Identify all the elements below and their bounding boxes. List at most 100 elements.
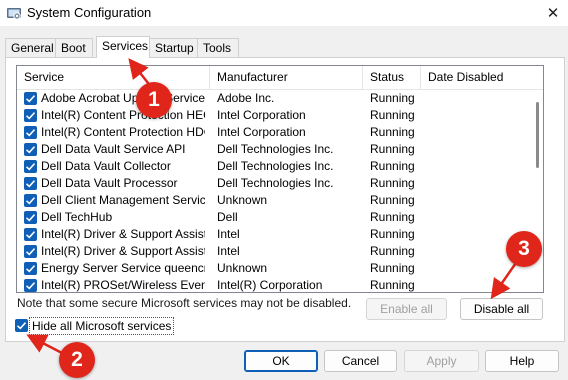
- hide-microsoft-services-checkbox[interactable]: [15, 319, 28, 332]
- cell-service: Intel(R) Content Protection HEC...: [41, 108, 205, 122]
- service-checkbox[interactable]: [24, 126, 37, 139]
- checkmark-icon: [25, 248, 36, 256]
- service-checkbox[interactable]: [24, 279, 37, 292]
- checkmark-icon: [25, 214, 36, 222]
- cell-service: Dell Client Management Service: [41, 193, 205, 207]
- cell-manufacturer: Intel: [217, 244, 240, 258]
- column-header-service[interactable]: Service: [17, 66, 210, 89]
- service-checkbox[interactable]: [24, 194, 37, 207]
- services-list[interactable]: Service Manufacturer Status Date Disable…: [16, 65, 544, 293]
- list-rows: Adobe Acrobat Update Service Adobe Inc. Ru…: [17, 90, 527, 292]
- cell-manufacturer: Unknown: [217, 261, 268, 275]
- title-bar: System Configuration ✕: [0, 0, 568, 26]
- hide-microsoft-services-label[interactable]: Hide all Microsoft services: [29, 317, 175, 335]
- table-row[interactable]: Intel(R) Content Protection HDC... Intel …: [17, 124, 527, 141]
- list-header: Service Manufacturer Status Date Disable…: [17, 66, 543, 90]
- cell-date-disabled: [428, 192, 524, 209]
- cell-status: Running: [370, 210, 415, 224]
- cell-manufacturer: Intel Corporation: [217, 108, 306, 122]
- cell-service: Dell Data Vault Service API: [41, 142, 186, 156]
- checkmark-icon: [25, 265, 36, 273]
- tab-boot[interactable]: Boot: [55, 38, 93, 57]
- cell-status: Running: [370, 176, 415, 190]
- service-checkbox[interactable]: [24, 211, 37, 224]
- table-row[interactable]: Energy Server Service queencreek Unknown R…: [17, 260, 527, 277]
- scrollbar-thumb[interactable]: [536, 102, 539, 168]
- cell-service: Intel(R) Driver & Support Assistant: [41, 227, 205, 241]
- cell-service: Dell Data Vault Processor: [41, 176, 178, 190]
- tab-services[interactable]: Services: [96, 36, 150, 58]
- checkmark-icon: [16, 322, 27, 330]
- cancel-button[interactable]: Cancel: [324, 350, 397, 372]
- table-row[interactable]: Intel(R) Driver & Support Assistant Intel…: [17, 226, 527, 243]
- service-checkbox[interactable]: [24, 109, 37, 122]
- disable-all-button[interactable]: Disable all: [460, 298, 543, 320]
- checkmark-icon: [25, 197, 36, 205]
- cell-status: Running: [370, 244, 415, 258]
- cell-status: Running: [370, 142, 415, 156]
- column-header-manufacturer[interactable]: Manufacturer: [210, 66, 363, 89]
- enable-all-button[interactable]: Enable all: [366, 298, 447, 320]
- table-row[interactable]: Dell Data Vault Processor Dell Technologi…: [17, 175, 527, 192]
- table-row[interactable]: Dell Data Vault Service API Dell Technolo…: [17, 141, 527, 158]
- cell-date-disabled: [428, 209, 524, 226]
- checkmark-icon: [25, 95, 36, 103]
- tab-strip: General Boot Services Startup Tools: [0, 36, 568, 58]
- cell-date-disabled: [428, 158, 524, 175]
- tab-general[interactable]: General: [5, 38, 57, 57]
- cell-manufacturer: Intel(R) Corporation: [217, 278, 323, 292]
- table-row[interactable]: Dell TechHub Dell Running: [17, 209, 527, 226]
- service-checkbox[interactable]: [24, 262, 37, 275]
- tab-startup[interactable]: Startup: [149, 38, 203, 57]
- cell-status: Running: [370, 125, 415, 139]
- cell-manufacturer: Intel: [217, 227, 240, 241]
- checkmark-icon: [25, 112, 36, 120]
- service-checkbox[interactable]: [24, 177, 37, 190]
- column-header-status[interactable]: Status: [363, 66, 421, 89]
- cell-status: Running: [370, 159, 415, 173]
- tab-tools[interactable]: Tools: [197, 38, 239, 57]
- cell-service: Dell Data Vault Collector: [41, 159, 171, 173]
- column-header-date-disabled[interactable]: Date Disabled: [421, 66, 529, 89]
- cell-service: Dell TechHub: [41, 210, 113, 224]
- cell-status: Running: [370, 227, 415, 241]
- service-checkbox[interactable]: [24, 228, 37, 241]
- table-row[interactable]: Dell Client Management Service Unknown Run…: [17, 192, 527, 209]
- cell-date-disabled: [428, 124, 524, 141]
- ok-button[interactable]: OK: [244, 350, 318, 372]
- cell-service: Intel(R) Content Protection HDC...: [41, 125, 205, 139]
- table-row[interactable]: Intel(R) Content Protection HEC... Intel …: [17, 107, 527, 124]
- cell-manufacturer: Adobe Inc.: [217, 91, 275, 105]
- cell-date-disabled: [428, 260, 524, 277]
- table-row[interactable]: Intel(R) PROSet/Wireless Event ... Intel(…: [17, 277, 527, 292]
- window-title: System Configuration: [27, 5, 152, 20]
- cell-status: Running: [370, 261, 415, 275]
- apply-button[interactable]: Apply: [404, 350, 479, 372]
- cell-date-disabled: [428, 175, 524, 192]
- close-button[interactable]: ✕: [540, 2, 566, 24]
- cell-date-disabled: [428, 90, 524, 107]
- cell-manufacturer: Dell: [217, 210, 238, 224]
- secure-services-note: Note that some secure Microsoft services…: [17, 296, 352, 310]
- table-row[interactable]: Dell Data Vault Collector Dell Technologi…: [17, 158, 527, 175]
- service-checkbox[interactable]: [24, 160, 37, 173]
- checkmark-icon: [25, 180, 36, 188]
- cell-status: Running: [370, 108, 415, 122]
- help-button[interactable]: Help: [485, 350, 559, 372]
- close-icon: ✕: [546, 5, 560, 22]
- service-checkbox[interactable]: [24, 92, 37, 105]
- cell-status: Running: [370, 278, 415, 292]
- table-row[interactable]: Intel(R) Driver & Support Assist... Intel…: [17, 243, 527, 260]
- cell-manufacturer: Dell Technologies Inc.: [217, 176, 334, 190]
- cell-manufacturer: Unknown: [217, 193, 268, 207]
- checkmark-icon: [25, 163, 36, 171]
- table-row[interactable]: Adobe Acrobat Update Service Adobe Inc. Ru…: [17, 90, 527, 107]
- cell-manufacturer: Dell Technologies Inc.: [217, 142, 334, 156]
- service-checkbox[interactable]: [24, 143, 37, 156]
- checkmark-icon: [25, 129, 36, 137]
- service-checkbox[interactable]: [24, 245, 37, 258]
- callout-badge-2: 2: [59, 342, 95, 378]
- callout-badge-1: 1: [136, 82, 172, 118]
- system-configuration-app-icon: [6, 5, 22, 21]
- cell-date-disabled: [428, 141, 524, 158]
